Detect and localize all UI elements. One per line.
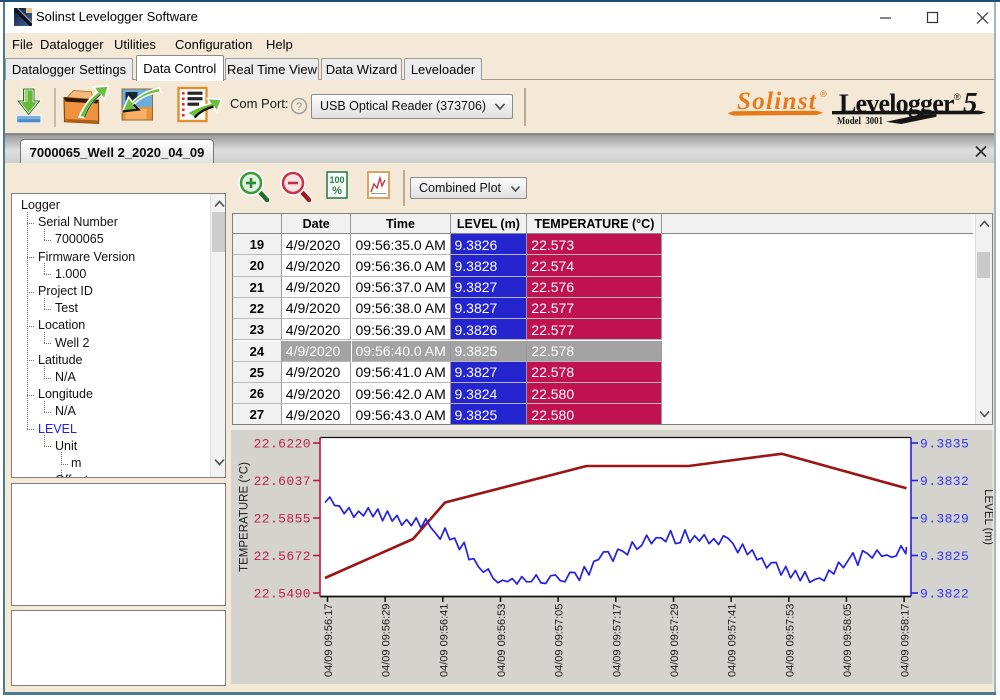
svg-text:%: % xyxy=(332,185,342,197)
svg-text:?: ? xyxy=(296,101,302,113)
svg-text:22.6037: 22.6037 xyxy=(254,474,311,489)
svg-text:04/09 09:57:29: 04/09 09:57:29 xyxy=(669,603,681,676)
svg-text:04/09 09:57:05: 04/09 09:57:05 xyxy=(554,603,566,676)
svg-text:04/09 09:58:17: 04/09 09:58:17 xyxy=(900,603,912,676)
svg-text:9.3835: 9.3835 xyxy=(920,436,969,451)
svg-text:04/09 09:57:41: 04/09 09:57:41 xyxy=(727,603,739,676)
svg-text:22.5855: 22.5855 xyxy=(254,511,311,526)
svg-text:04/09 09:56:53: 04/09 09:56:53 xyxy=(496,603,508,676)
svg-text:22.5490: 22.5490 xyxy=(254,586,311,601)
svg-text:9.3825: 9.3825 xyxy=(920,549,969,564)
svg-text:TEMPERATURE (°C): TEMPERATURE (°C) xyxy=(239,461,251,571)
svg-text:LEVEL (m): LEVEL (m) xyxy=(982,489,993,545)
svg-text:100: 100 xyxy=(329,175,344,185)
svg-text:9.3832: 9.3832 xyxy=(920,474,969,489)
svg-text:04/09 09:56:41: 04/09 09:56:41 xyxy=(438,603,450,676)
svg-text:9.3822: 9.3822 xyxy=(920,586,969,601)
svg-text:9.3829: 9.3829 xyxy=(920,511,969,526)
svg-text:04/09 09:57:53: 04/09 09:57:53 xyxy=(784,603,796,676)
svg-text:04/09 09:56:29: 04/09 09:56:29 xyxy=(381,603,393,676)
svg-text:22.6220: 22.6220 xyxy=(254,436,311,451)
svg-text:04/09 09:57:17: 04/09 09:57:17 xyxy=(611,603,623,676)
svg-text:04/09 09:58:05: 04/09 09:58:05 xyxy=(842,603,854,676)
svg-text:22.5672: 22.5672 xyxy=(254,549,311,564)
svg-text:04/09 09:56:17: 04/09 09:56:17 xyxy=(323,603,335,676)
